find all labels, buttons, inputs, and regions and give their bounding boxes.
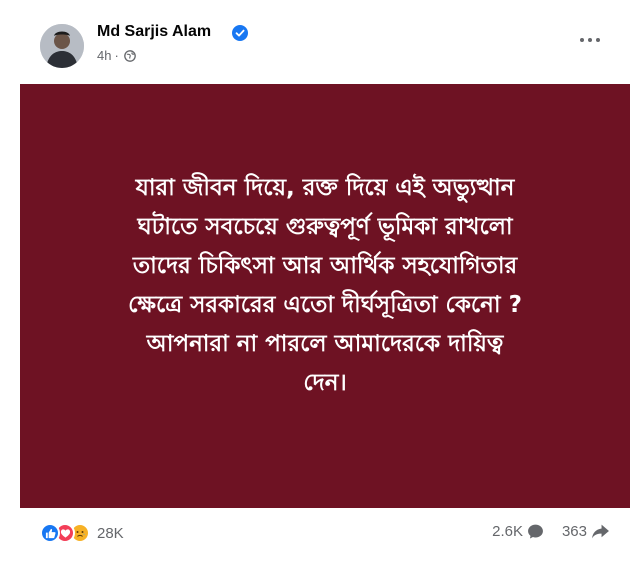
more-options-icon[interactable] bbox=[572, 28, 608, 52]
post-text-line: ক্ষেত্রে সরকারের এতো দীর্ঘসূত্রিতা কেনো … bbox=[128, 292, 522, 318]
share-icon bbox=[592, 524, 609, 539]
verified-badge-icon bbox=[232, 25, 248, 41]
post-timestamp[interactable]: 4h bbox=[97, 48, 111, 63]
engagement-stats: 2.6K 363 bbox=[492, 523, 610, 540]
comment-icon bbox=[528, 524, 543, 539]
author-avatar[interactable] bbox=[40, 24, 84, 68]
avatar-image bbox=[40, 24, 84, 68]
comments-count-button[interactable]: 2.6K bbox=[492, 523, 544, 540]
meta-separator: · bbox=[114, 48, 119, 63]
post-text-line: ঘটাতে সবচেয়ে গুরুত্বপূর্ণ ভূমিকা রাখলো bbox=[137, 214, 513, 240]
comment-count: 2.6K bbox=[492, 523, 523, 540]
globe-icon[interactable] bbox=[123, 49, 136, 62]
post-header: Md Sarjis Alam 4h · bbox=[0, 0, 640, 82]
share-count: 363 bbox=[561, 523, 587, 540]
post-text-line: তাদের চিকিৎসা আর আর্থিক সহযোগিতার bbox=[132, 253, 518, 279]
post-text-line: আপনারা না পারলে আমাদেরকে দায়িত্ব bbox=[146, 331, 504, 357]
post-content-background[interactable]: যারা জীবন দিয়ে, রক্ত দিয়ে এই অভ্যুত্থা… bbox=[20, 84, 630, 508]
more-dot bbox=[588, 38, 592, 42]
post-meta: 4h · bbox=[97, 48, 136, 63]
reactions-summary[interactable]: 28K bbox=[40, 523, 124, 543]
author-name[interactable]: Md Sarjis Alam bbox=[97, 23, 211, 41]
shares-count-button[interactable]: 363 bbox=[562, 523, 610, 540]
post-footer: 28K 2.6K 363 bbox=[0, 508, 640, 565]
post-text-line: যারা জীবন দিয়ে, রক্ত দিয়ে এই অভ্যুত্থা… bbox=[135, 175, 515, 201]
more-dot bbox=[596, 38, 600, 42]
facebook-post-card: Md Sarjis Alam 4h · যারা জীবন দিয়ে, রক্… bbox=[0, 0, 640, 565]
reaction-count: 28K bbox=[97, 524, 124, 542]
like-icon bbox=[40, 523, 60, 543]
post-text-line: দেন। bbox=[303, 370, 347, 396]
post-text: যারা জীবন দিয়ে, রক্ত দিয়ে এই অভ্যুত্থা… bbox=[45, 169, 605, 403]
more-dot bbox=[580, 38, 584, 42]
